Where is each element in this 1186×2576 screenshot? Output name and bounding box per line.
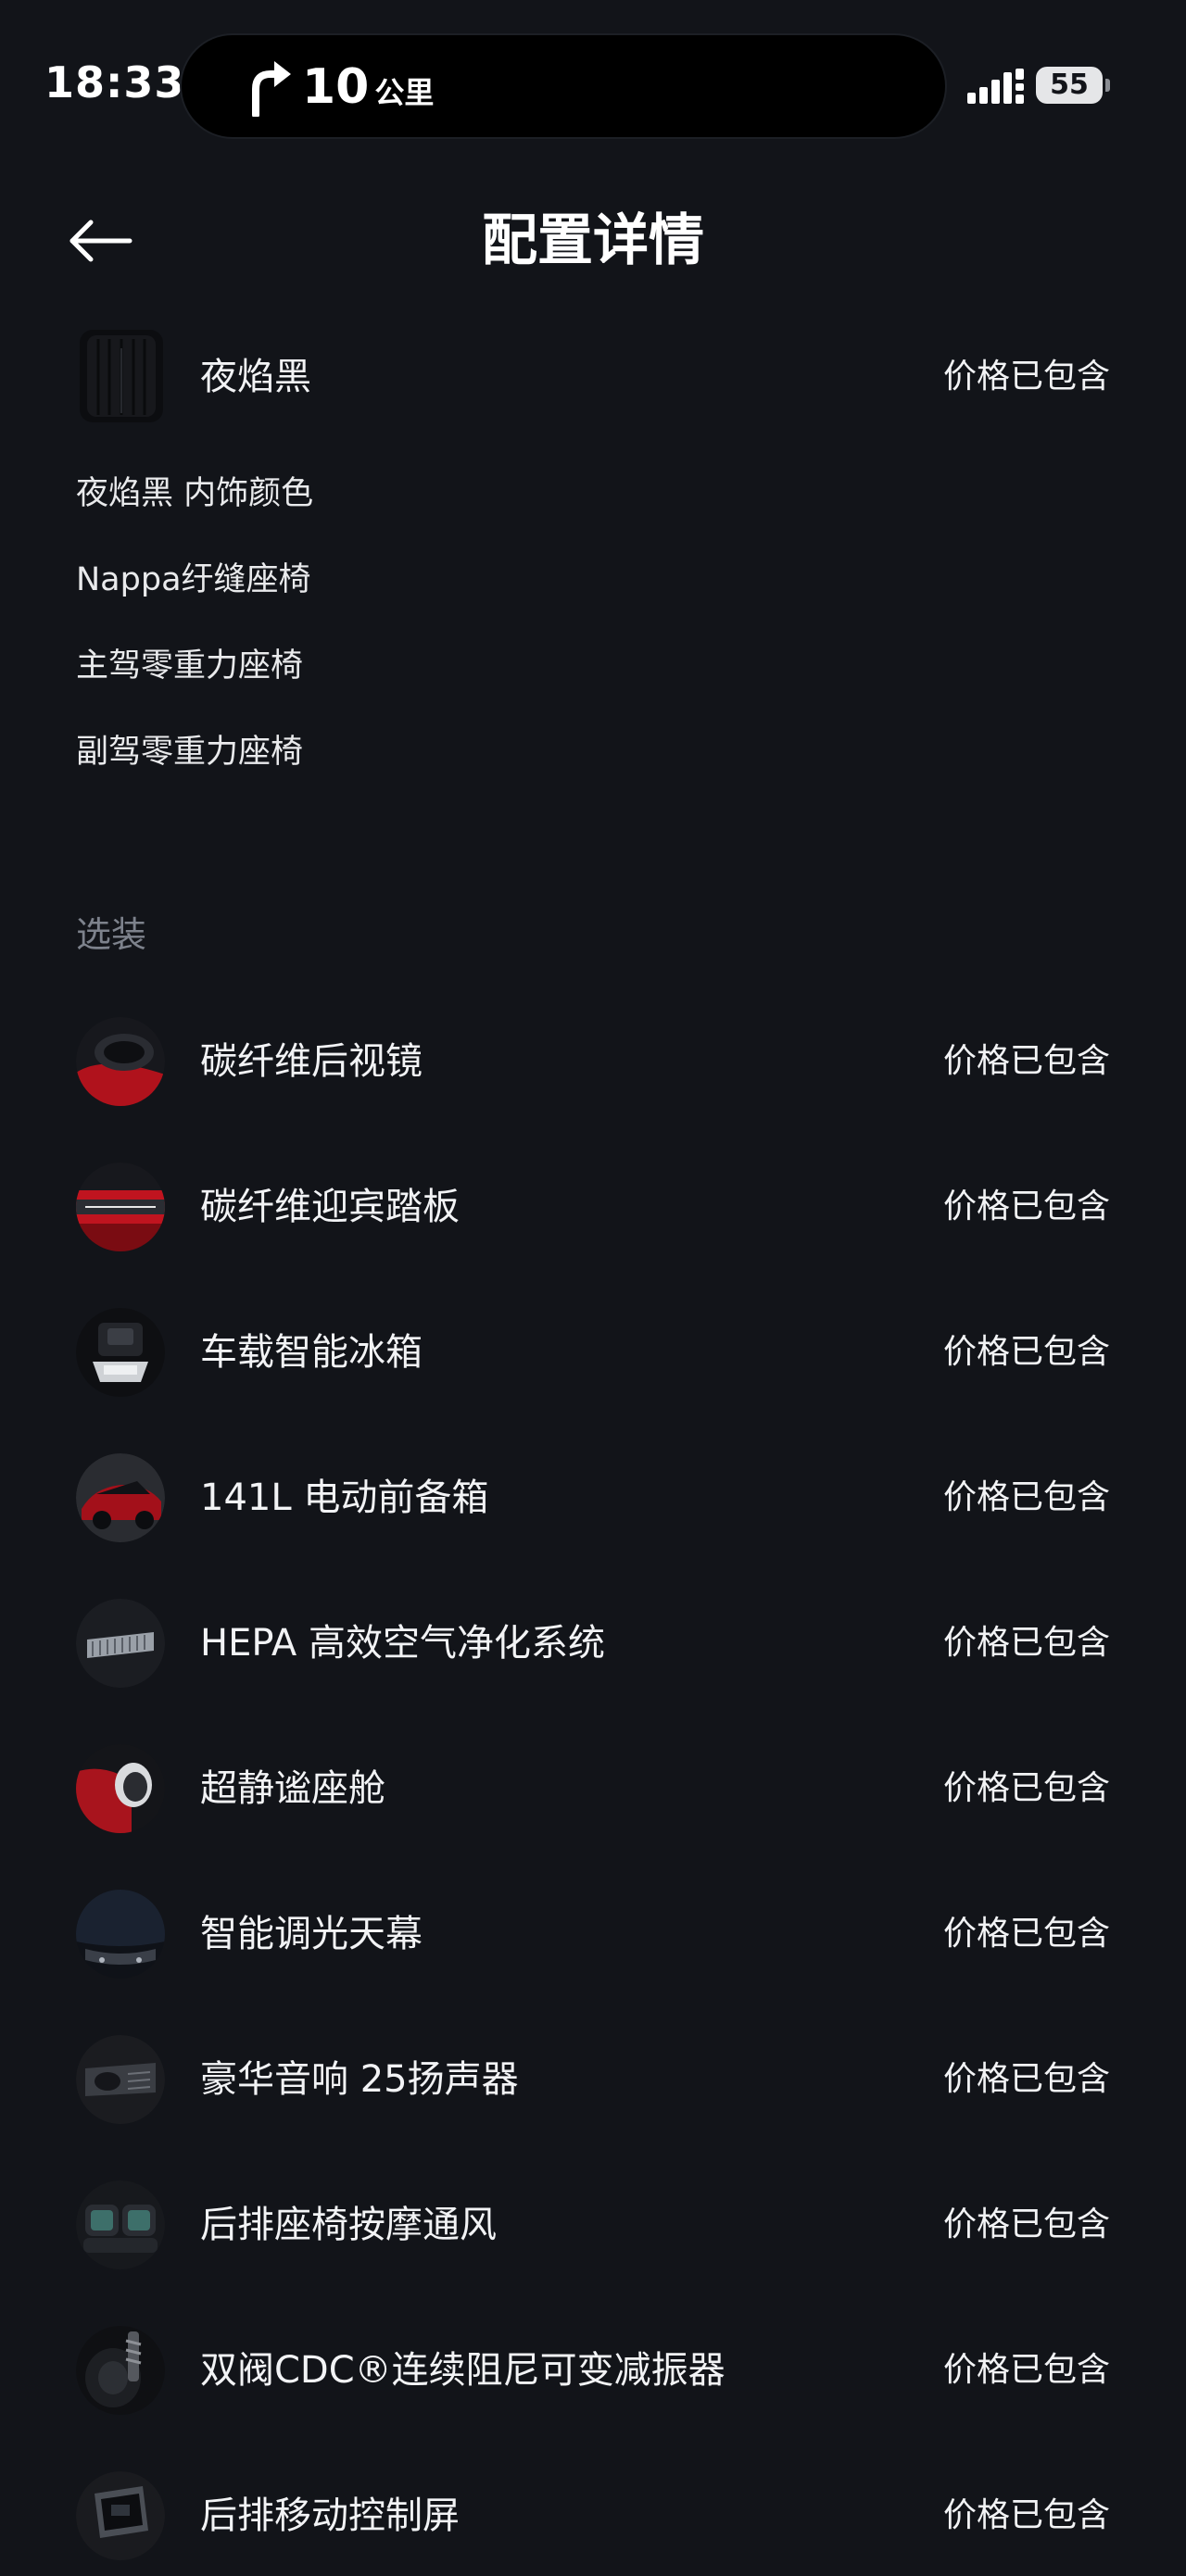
option-label: 碳纤维后视镜 (200, 1040, 423, 1083)
option-row: 豪华音响 25扬声器 价格已包含 (0, 2019, 1186, 2140)
option-row: 碳纤维后视镜 价格已包含 (0, 1001, 1186, 1122)
fridge-thumb (76, 1308, 165, 1397)
quiet-cabin-icon (76, 1744, 165, 1833)
option-price: 价格已包含 (942, 2205, 1110, 2243)
option-price: 价格已包含 (942, 2496, 1110, 2534)
option-price: 价格已包含 (942, 1187, 1110, 1225)
page-title: 配置详情 (482, 208, 704, 273)
color-detail-item: Nappa纡缝座椅 (76, 561, 311, 598)
page-header: 配置详情 (0, 185, 1186, 296)
status-bar: 18:33 10 公里 55 (0, 0, 1186, 171)
option-label: HEPA 高效空气净化系统 (200, 1622, 605, 1665)
option-label: 碳纤维迎宾踏板 (200, 1186, 460, 1228)
rear-screen-icon (76, 2471, 165, 2560)
option-row: 超静谧座舱 价格已包含 (0, 1728, 1186, 1849)
option-label: 后排移动控制屏 (200, 2494, 460, 2537)
option-row: 双阀CDC®连续阻尼可变减振器 价格已包含 (0, 2310, 1186, 2431)
option-label: 豪华音响 25扬声器 (200, 2058, 519, 2101)
option-label: 双阀CDC®连续阻尼可变减振器 (200, 2349, 725, 2392)
option-label: 后排座椅按摩通风 (200, 2204, 497, 2246)
sunroof-icon (76, 1890, 165, 1979)
option-price: 价格已包含 (942, 1333, 1110, 1371)
battery-tip (1105, 79, 1110, 92)
damper-thumb (76, 2326, 165, 2415)
nav-distance-unit: 公里 (374, 75, 435, 110)
option-price: 价格已包含 (942, 1915, 1110, 1953)
option-price: 价格已包含 (942, 2351, 1110, 2389)
options-section-title: 选装 (76, 914, 147, 955)
option-price: 价格已包含 (942, 1042, 1110, 1080)
color-detail-item: 夜焰黑 内饰颜色 (76, 475, 314, 512)
option-row: 141L 电动前备箱 价格已包含 (0, 1438, 1186, 1558)
sunroof-thumb (76, 1890, 165, 1979)
color-detail-item: 主驾零重力座椅 (76, 647, 304, 685)
color-price: 价格已包含 (942, 358, 1110, 396)
dynamic-island-navigation[interactable]: 10 公里 (182, 35, 945, 137)
fridge-icon (76, 1308, 165, 1397)
option-label: 智能调光天幕 (200, 1913, 423, 1955)
rear-seat-icon (76, 2180, 165, 2269)
quiet-cabin-thumb (76, 1744, 165, 1833)
carbon-mirror-thumb (76, 1017, 165, 1106)
rear-seat-thumb (76, 2180, 165, 2269)
option-label: 车载智能冰箱 (200, 1331, 423, 1374)
option-price: 价格已包含 (942, 1478, 1110, 1516)
option-label: 超静谧座舱 (200, 1767, 385, 1810)
option-row: 车载智能冰箱 价格已包含 (0, 1292, 1186, 1413)
option-price: 价格已包含 (942, 1624, 1110, 1662)
status-time: 18:33 (44, 57, 185, 107)
speaker-icon (76, 2035, 165, 2124)
rear-screen-thumb (76, 2471, 165, 2560)
option-row: 智能调光天幕 价格已包含 (0, 1874, 1186, 1994)
option-row: 后排座椅按摩通风 价格已包含 (0, 2165, 1186, 2285)
color-swatch-thumb (80, 330, 163, 422)
hepa-filter-icon (76, 1599, 165, 1688)
battery-indicator: 55 (1036, 67, 1110, 104)
frunk-thumb (76, 1453, 165, 1542)
option-row: 碳纤维迎宾踏板 价格已包含 (0, 1147, 1186, 1267)
damper-icon (76, 2326, 165, 2415)
carbon-sill-thumb (76, 1162, 165, 1251)
nav-distance-value: 10 (302, 59, 370, 115)
option-label: 141L 电动前备箱 (200, 1476, 489, 1519)
cellular-signal-icon (967, 69, 1024, 104)
color-detail-item: 副驾零重力座椅 (76, 734, 304, 771)
battery-level: 55 (1036, 67, 1103, 104)
color-row: 夜焰黑 价格已包含 (0, 317, 1186, 437)
option-row: 后排移动控制屏 价格已包含 (0, 2456, 1186, 2576)
carbon-sill-icon (76, 1162, 165, 1251)
speaker-thumb (76, 2035, 165, 2124)
nav-distance: 10 公里 (302, 59, 434, 120)
frunk-icon (76, 1453, 165, 1542)
turn-right-arrow-icon (252, 61, 291, 117)
option-price: 价格已包含 (942, 2060, 1110, 2098)
color-label: 夜焰黑 (200, 356, 311, 398)
black-interior-seat-icon (80, 330, 163, 422)
carbon-mirror-icon (76, 1017, 165, 1106)
hepa-filter-thumb (76, 1599, 165, 1688)
option-price: 价格已包含 (942, 1769, 1110, 1807)
option-row: HEPA 高效空气净化系统 价格已包含 (0, 1583, 1186, 1703)
